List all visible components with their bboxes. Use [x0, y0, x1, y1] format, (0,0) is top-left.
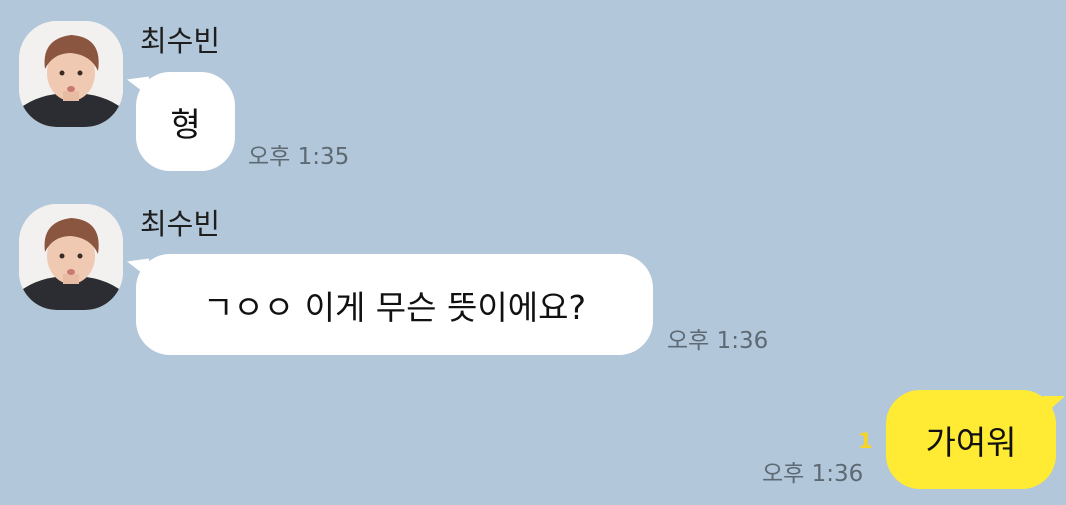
profile-photo-icon — [19, 204, 123, 310]
unread-count: 1 — [858, 429, 873, 453]
message-bubble[interactable]: ㄱㅇㅇ 이게 무슨 뜻이에요? — [136, 254, 653, 355]
avatar[interactable] — [19, 204, 123, 310]
message-time: 오후 1:36 — [667, 328, 769, 354]
avatar[interactable] — [19, 21, 123, 127]
message-time: 오후 1:35 — [248, 144, 350, 170]
sender-name: 최수빈 — [140, 24, 221, 58]
profile-photo-icon — [19, 21, 123, 127]
message-time: 오후 1:36 — [762, 461, 864, 487]
sender-name: 최수빈 — [140, 207, 221, 241]
message-bubble[interactable]: 형 — [136, 72, 235, 171]
message-bubble[interactable]: 가여워 — [886, 390, 1065, 489]
chat-room: 최수빈 형 오후 1:35 최수빈 ㄱㅇㅇ 이게 무슨 뜻이에요? 오후 1:3… — [0, 0, 1066, 505]
